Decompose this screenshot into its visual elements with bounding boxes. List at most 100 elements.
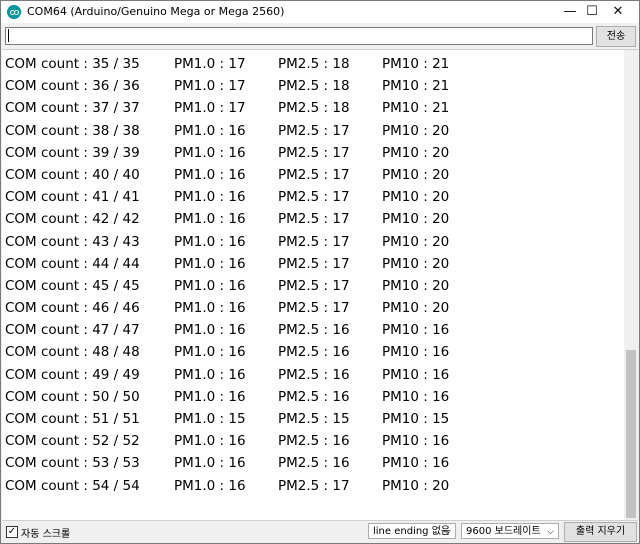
pm1-text: PM1.0 : 16: [174, 344, 246, 361]
pm1-text: PM1.0 : 16: [174, 233, 246, 250]
pm25-text: PM2.5 : 17: [278, 189, 350, 206]
pm25-text: PM2.5 : 17: [278, 277, 350, 294]
baud-rate-value: 9600 보드레이트: [466, 526, 541, 537]
autoscroll-label[interactable]: 자동 스크롤: [21, 525, 70, 540]
pm1-text: PM1.0 : 17: [174, 100, 246, 117]
com-count-text: COM count : 43 / 43: [5, 233, 140, 250]
com-count-text: COM count : 41 / 41: [5, 189, 140, 206]
pm25-text: PM2.5 : 18: [278, 78, 350, 95]
text-caret: [8, 29, 9, 42]
com-count-text: COM count : 53 / 53: [5, 455, 140, 472]
pm10-text: PM10 : 21: [382, 100, 450, 117]
pm25-text: PM2.5 : 17: [278, 255, 350, 272]
pm1-text: PM1.0 : 16: [174, 144, 246, 161]
baud-rate-select[interactable]: 9600 보드레이트 ⌵: [461, 523, 559, 539]
com-count-text: COM count : 38 / 38: [5, 122, 140, 139]
com-count-text: COM count : 52 / 52: [5, 433, 140, 450]
pm25-text: PM2.5 : 16: [278, 455, 350, 472]
pm1-text: PM1.0 : 16: [174, 166, 246, 183]
pm1-text: PM1.0 : 16: [174, 433, 246, 450]
pm10-text: PM10 : 21: [382, 56, 450, 72]
pm1-text: PM1.0 : 16: [174, 300, 246, 317]
pm1-text: PM1.0 : 16: [174, 255, 246, 272]
pm10-text: PM10 : 20: [382, 122, 450, 139]
pm10-text: PM10 : 16: [382, 344, 450, 361]
com-count-text: COM count : 37 / 37: [5, 100, 140, 117]
pm1-text: PM1.0 : 16: [174, 366, 246, 383]
pm10-text: PM10 : 20: [382, 477, 450, 494]
pm10-text: PM10 : 16: [382, 455, 450, 472]
com-count-text: COM count : 47 / 47: [5, 322, 140, 339]
line-ending-value: line ending 없음: [373, 526, 451, 537]
pm25-text: PM2.5 : 17: [278, 166, 350, 183]
pm25-text: PM2.5 : 17: [278, 233, 350, 250]
pm25-text: PM2.5 : 18: [278, 100, 350, 117]
com-count-text: COM count : 45 / 45: [5, 277, 140, 294]
title-bar[interactable]: COM64 (Arduino/Genuino Mega or Mega 2560…: [1, 1, 639, 23]
pm25-text: PM2.5 : 17: [278, 211, 350, 228]
com-count-text: COM count : 50 / 50: [5, 388, 140, 405]
pm10-text: PM10 : 20: [382, 166, 450, 183]
pm1-text: PM1.0 : 16: [174, 122, 246, 139]
pm25-text: PM2.5 : 17: [278, 300, 350, 317]
pm10-text: PM10 : 16: [382, 388, 450, 405]
line-ending-select[interactable]: line ending 없음 ⌵: [368, 523, 456, 539]
pm1-text: PM1.0 : 16: [174, 388, 246, 405]
pm10-text: PM10 : 20: [382, 211, 450, 228]
com-count-text: COM count : 51 / 51: [5, 411, 140, 427]
pm10-text: PM10 : 20: [382, 300, 450, 317]
pm10-text: PM10 : 16: [382, 322, 450, 339]
chevron-down-icon: ⌵: [444, 527, 451, 537]
autoscroll-checkbox[interactable]: ✓: [6, 526, 18, 538]
pm25-text: PM2.5 : 17: [278, 122, 350, 139]
pm25-text: PM2.5 : 15: [278, 411, 350, 427]
pm25-text: PM2.5 : 16: [278, 433, 350, 450]
pm25-text: PM2.5 : 17: [278, 477, 350, 494]
com-count-text: COM count : 46 / 46: [5, 300, 140, 317]
chevron-down-icon: ⌵: [547, 527, 554, 537]
clear-output-button[interactable]: 출력 지우기: [564, 522, 637, 542]
pm1-text: PM1.0 : 16: [174, 189, 246, 206]
pm25-text: PM2.5 : 16: [278, 322, 350, 339]
serial-output[interactable]: COM count : 35 / 35 PM1.0 : 17 PM2.5 : 18 P…: [2, 49, 638, 521]
close-button[interactable]: ✕: [595, 1, 640, 23]
com-count-text: COM count : 54 / 54: [5, 477, 140, 494]
pm25-text: PM2.5 : 16: [278, 366, 350, 383]
pm10-text: PM10 : 20: [382, 255, 450, 272]
com-count-text: COM count : 40 / 40: [5, 166, 140, 183]
send-button[interactable]: 전송: [596, 26, 636, 47]
arduino-logo-icon: [7, 5, 21, 19]
com-count-text: COM count : 35 / 35: [5, 56, 140, 72]
scrollbar-thumb[interactable]: [626, 350, 636, 518]
pm10-text: PM10 : 21: [382, 78, 450, 95]
vertical-scrollbar[interactable]: [624, 50, 638, 520]
pm25-text: PM2.5 : 18: [278, 56, 350, 72]
com-count-text: COM count : 39 / 39: [5, 144, 140, 161]
status-bar: ✓ 자동 스크롤 line ending 없음 ⌵ 9600 보드레이트 ⌵ 출…: [1, 521, 639, 543]
pm10-text: PM10 : 16: [382, 366, 450, 383]
pm25-text: PM2.5 : 16: [278, 388, 350, 405]
serial-monitor-window: COM64 (Arduino/Genuino Mega or Mega 2560…: [0, 0, 640, 544]
com-count-text: COM count : 48 / 48: [5, 344, 140, 361]
pm10-text: PM10 : 20: [382, 189, 450, 206]
pm1-text: PM1.0 : 17: [174, 56, 246, 72]
send-row: 전송: [1, 25, 639, 47]
pm10-text: PM10 : 20: [382, 144, 450, 161]
pm1-text: PM1.0 : 15: [174, 411, 246, 427]
com-count-text: COM count : 49 / 49: [5, 366, 140, 383]
pm1-text: PM1.0 : 16: [174, 322, 246, 339]
pm25-text: PM2.5 : 16: [278, 344, 350, 361]
com-count-text: COM count : 44 / 44: [5, 255, 140, 272]
com-count-text: COM count : 42 / 42: [5, 211, 140, 228]
pm1-text: PM1.0 : 17: [174, 78, 246, 95]
pm10-text: PM10 : 20: [382, 277, 450, 294]
pm1-text: PM1.0 : 16: [174, 477, 246, 494]
pm1-text: PM1.0 : 16: [174, 455, 246, 472]
pm25-text: PM2.5 : 17: [278, 144, 350, 161]
com-count-text: COM count : 36 / 36: [5, 78, 140, 95]
window-title: COM64 (Arduino/Genuino Mega or Mega 2560…: [27, 5, 285, 18]
pm10-text: PM10 : 16: [382, 433, 450, 450]
send-input[interactable]: [5, 27, 593, 45]
pm1-text: PM1.0 : 16: [174, 277, 246, 294]
pm10-text: PM10 : 20: [382, 233, 450, 250]
